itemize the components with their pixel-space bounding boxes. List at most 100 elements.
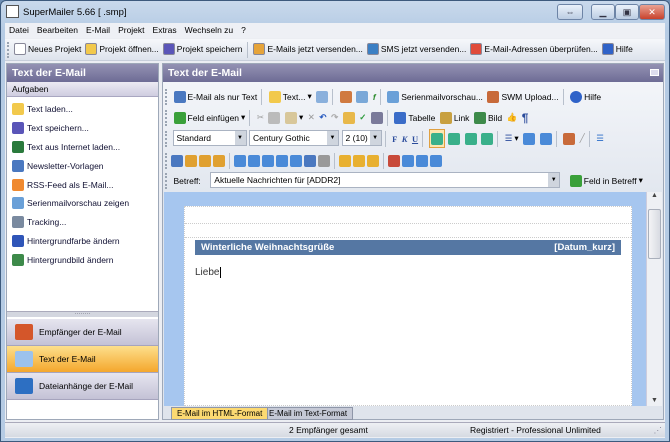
bold-button[interactable]: F — [391, 129, 398, 148]
table-tool-button[interactable] — [247, 151, 261, 170]
task-item[interactable]: RSS-Feed als E-Mail... — [7, 175, 158, 194]
menu-bearbeiten[interactable]: Bearbeiten — [33, 23, 82, 35]
table-tool-button[interactable] — [198, 151, 212, 170]
table-tool-button[interactable] — [289, 151, 303, 170]
task-item[interactable]: Text aus Internet laden... — [7, 138, 158, 157]
collapse-icon[interactable] — [650, 69, 659, 76]
resize-grip-icon[interactable]: ⋰ — [654, 425, 663, 436]
tab-text-format[interactable]: E-Mail im Text-Format — [263, 407, 354, 420]
copy-button[interactable] — [267, 108, 281, 127]
nav-item-recipients[interactable]: Empfänger der E-Mail — [7, 319, 158, 346]
find-replace-button[interactable] — [370, 108, 384, 127]
swm-upload-button[interactable]: SWM Upload... — [486, 87, 559, 106]
table-tool-button[interactable] — [275, 151, 289, 170]
toolbar-button-send-mail[interactable]: E-Mails jetzt versenden... — [251, 39, 364, 59]
minimize-button[interactable]: ▁ — [591, 4, 615, 20]
tracking-button[interactable] — [339, 87, 353, 106]
menu-datei[interactable]: Datei — [5, 23, 33, 35]
table-tool-button[interactable] — [170, 151, 184, 170]
table-tool-button[interactable] — [184, 151, 198, 170]
redo-button[interactable]: ↷ — [330, 108, 339, 127]
nav-item-email-text[interactable]: Text der E-Mail — [7, 346, 158, 373]
menu-wechseln-zu[interactable]: Wechseln zu — [181, 23, 238, 35]
scroll-up-icon[interactable]: ▲ — [647, 192, 662, 199]
indent-button[interactable] — [522, 129, 536, 148]
table-tool-button[interactable] — [303, 151, 317, 170]
subject-input[interactable]: Aktuelle Nachrichten für [ADDR2] ▼ — [210, 172, 561, 188]
font-select[interactable]: Century Gothic ▼ — [249, 130, 340, 146]
task-item[interactable]: Hintergrundbild ändern — [7, 250, 158, 269]
toolbar-button-help[interactable]: Hilfe — [600, 39, 635, 59]
undo-button[interactable]: ↶ — [318, 108, 327, 127]
table-tool-button[interactable] — [429, 151, 443, 170]
insert-field-button[interactable]: Feld einfügen ▾ — [173, 108, 247, 127]
vertical-scrollbar[interactable]: ▲ ▼ — [646, 192, 662, 406]
plain-text-button[interactable]: E-Mail als nur Text — [173, 87, 259, 106]
italic-button[interactable]: K — [401, 129, 409, 148]
background-button[interactable] — [355, 87, 369, 106]
tasks-section-header[interactable]: Aufgaben — [7, 82, 158, 97]
restore-layout-button[interactable]: ⇔ — [557, 4, 583, 20]
function-button[interactable]: f — [372, 87, 377, 106]
scroll-thumb[interactable] — [648, 209, 661, 259]
menu-e-mail[interactable]: E-Mail — [82, 23, 114, 35]
menu--[interactable]: ? — [237, 23, 250, 35]
table-tool-button[interactable] — [366, 151, 380, 170]
eraser-button[interactable] — [342, 108, 356, 127]
task-item[interactable]: Text speichern... — [7, 119, 158, 138]
toolbar-button-save[interactable]: Projekt speichern — [161, 39, 245, 59]
style-select[interactable]: Standard ▼ — [172, 130, 247, 146]
menu-extras[interactable]: Extras — [149, 23, 181, 35]
toolbar-button-new-document[interactable]: Neues Projekt — [12, 39, 83, 59]
table-tool-button[interactable] — [415, 151, 429, 170]
table-tool-button[interactable] — [233, 151, 247, 170]
maximize-button[interactable]: ▣ — [615, 4, 639, 20]
table-tool-button[interactable] — [212, 151, 226, 170]
show-formatting-button[interactable]: ¶ — [521, 108, 530, 127]
scroll-down-icon[interactable]: ▼ — [647, 397, 662, 404]
task-item[interactable]: Tracking... — [7, 213, 158, 232]
table-tool-button[interactable] — [338, 151, 352, 170]
paste-button[interactable]: ▾ — [284, 108, 304, 127]
panel-splitter[interactable]: ········ — [7, 311, 158, 317]
email-page[interactable]: Winterliche Weihnachtsgrüße [Datum_kurz] … — [184, 206, 632, 406]
task-item[interactable]: Text laden... — [7, 100, 158, 119]
nav-item-paperclip[interactable]: Dateianhänge der E-Mail — [7, 373, 158, 400]
underline-button[interactable]: U — [411, 129, 419, 148]
table-tool-button[interactable] — [352, 151, 366, 170]
toolbar-button-check-address[interactable]: E-Mail-Adressen überprüfen... — [468, 39, 599, 59]
close-button[interactable]: ✕ — [639, 4, 665, 20]
table-tool-button[interactable] — [387, 151, 401, 170]
table-tool-button[interactable] — [401, 151, 415, 170]
field-in-subject-button[interactable]: Feld in Betreff ▾ — [569, 171, 644, 190]
horizontal-rule-button[interactable]: ☰ — [595, 129, 605, 148]
image-button[interactable]: Bild — [473, 108, 503, 127]
task-item[interactable]: Hintergrundfarbe ändern — [7, 232, 158, 251]
preview-button[interactable]: Serienmailvorschau... — [386, 87, 484, 106]
table-tool-button[interactable] — [317, 151, 331, 170]
template-button[interactable] — [315, 87, 329, 106]
link-button[interactable]: Link — [439, 108, 471, 127]
task-item[interactable]: Serienmailvorschau zeigen — [7, 194, 158, 213]
table-button[interactable]: Tabelle — [393, 108, 436, 127]
delete-button[interactable]: ✕ — [307, 108, 316, 127]
text-color-button[interactable] — [562, 129, 576, 148]
justify-button[interactable] — [480, 129, 494, 148]
toolbar-button-folder-open[interactable]: Projekt öffnen... — [83, 39, 160, 59]
toolbar-button-sms[interactable]: SMS jetzt versenden... — [365, 39, 469, 59]
chevron-down-icon[interactable]: ▼ — [548, 173, 560, 187]
email-body-text[interactable]: Liebe — [195, 267, 219, 278]
text-menu-button[interactable]: Text... ▾ — [268, 87, 313, 106]
align-right-button[interactable] — [464, 129, 478, 148]
spellcheck-button[interactable]: ✓ — [358, 108, 367, 127]
like-button[interactable]: 👍 — [506, 108, 519, 127]
outdent-button[interactable] — [539, 129, 553, 148]
size-select[interactable]: 2 (10) ▼ — [341, 130, 382, 146]
cut-button[interactable]: ✂ — [256, 108, 265, 127]
tab-html-format[interactable]: E-Mail im HTML-Format — [171, 407, 269, 420]
align-left-button[interactable] — [428, 129, 445, 148]
table-tool-button[interactable] — [261, 151, 275, 170]
task-item[interactable]: Newsletter-Vorlagen — [7, 156, 158, 175]
html-editor[interactable]: Winterliche Weihnachtsgrüße [Datum_kurz] … — [164, 192, 662, 406]
list-button[interactable]: ☰ ▾ — [504, 129, 520, 148]
